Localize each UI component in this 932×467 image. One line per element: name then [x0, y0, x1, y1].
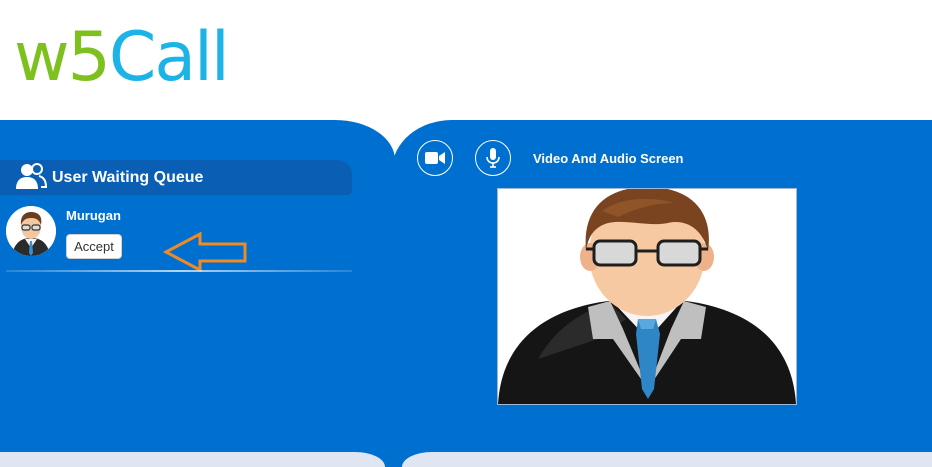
camera-button[interactable]	[417, 140, 453, 176]
queue-divider	[6, 270, 352, 272]
video-camera-icon	[425, 152, 445, 164]
video-frame	[497, 188, 797, 405]
user-avatar	[6, 206, 56, 256]
header: w5Call	[0, 0, 932, 120]
remote-user-avatar	[498, 189, 796, 404]
video-screen-title: Video And Audio Screen	[533, 151, 684, 166]
arrow-left-icon	[163, 232, 247, 272]
queue-title: User Waiting Queue	[52, 169, 204, 186]
accept-button[interactable]: Accept	[66, 234, 122, 259]
user-name: Murugan	[66, 208, 121, 223]
microphone-button[interactable]	[475, 140, 511, 176]
users-icon	[16, 163, 47, 189]
w5call-logo: w5Call	[14, 18, 230, 98]
bottom-band-left	[0, 452, 385, 467]
logo-w5: w5	[14, 18, 111, 97]
bottom-band-right	[402, 452, 932, 467]
logo-call: Call	[108, 18, 230, 97]
microphone-icon	[486, 148, 500, 168]
